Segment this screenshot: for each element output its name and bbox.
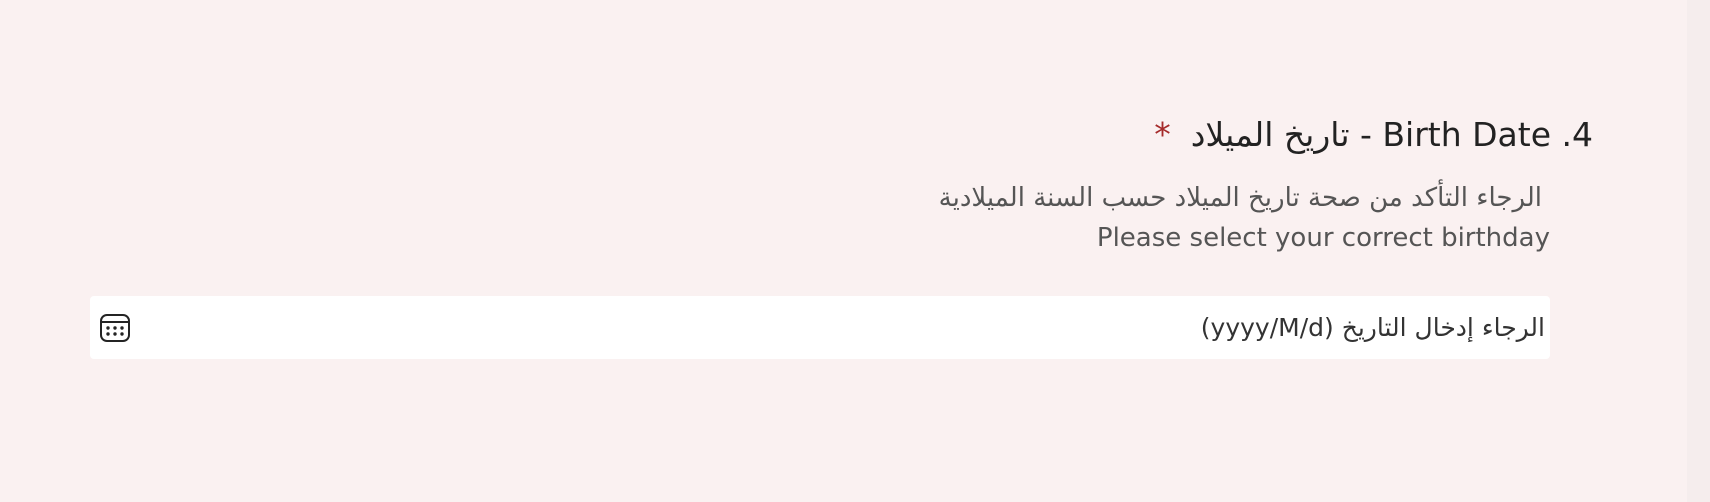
required-indicator: * (1154, 115, 1171, 154)
question-title: 4. Birth Date - تاريخ الميلاد (1190, 115, 1593, 154)
scrollbar-track[interactable] (1687, 0, 1710, 502)
calendar-icon[interactable] (98, 311, 132, 345)
birth-date-input[interactable] (132, 296, 1545, 359)
question-header: 4. Birth Date - تاريخ الميلاد * (1154, 118, 1593, 151)
question-description: الرجاء التأكد من صحة تاريخ الميلاد حسب ا… (939, 178, 1550, 258)
description-arabic: الرجاء التأكد من صحة تاريخ الميلاد حسب ا… (938, 183, 1542, 213)
birth-date-field[interactable] (90, 296, 1550, 359)
description-english: Please select your correct birthday (1096, 223, 1550, 253)
